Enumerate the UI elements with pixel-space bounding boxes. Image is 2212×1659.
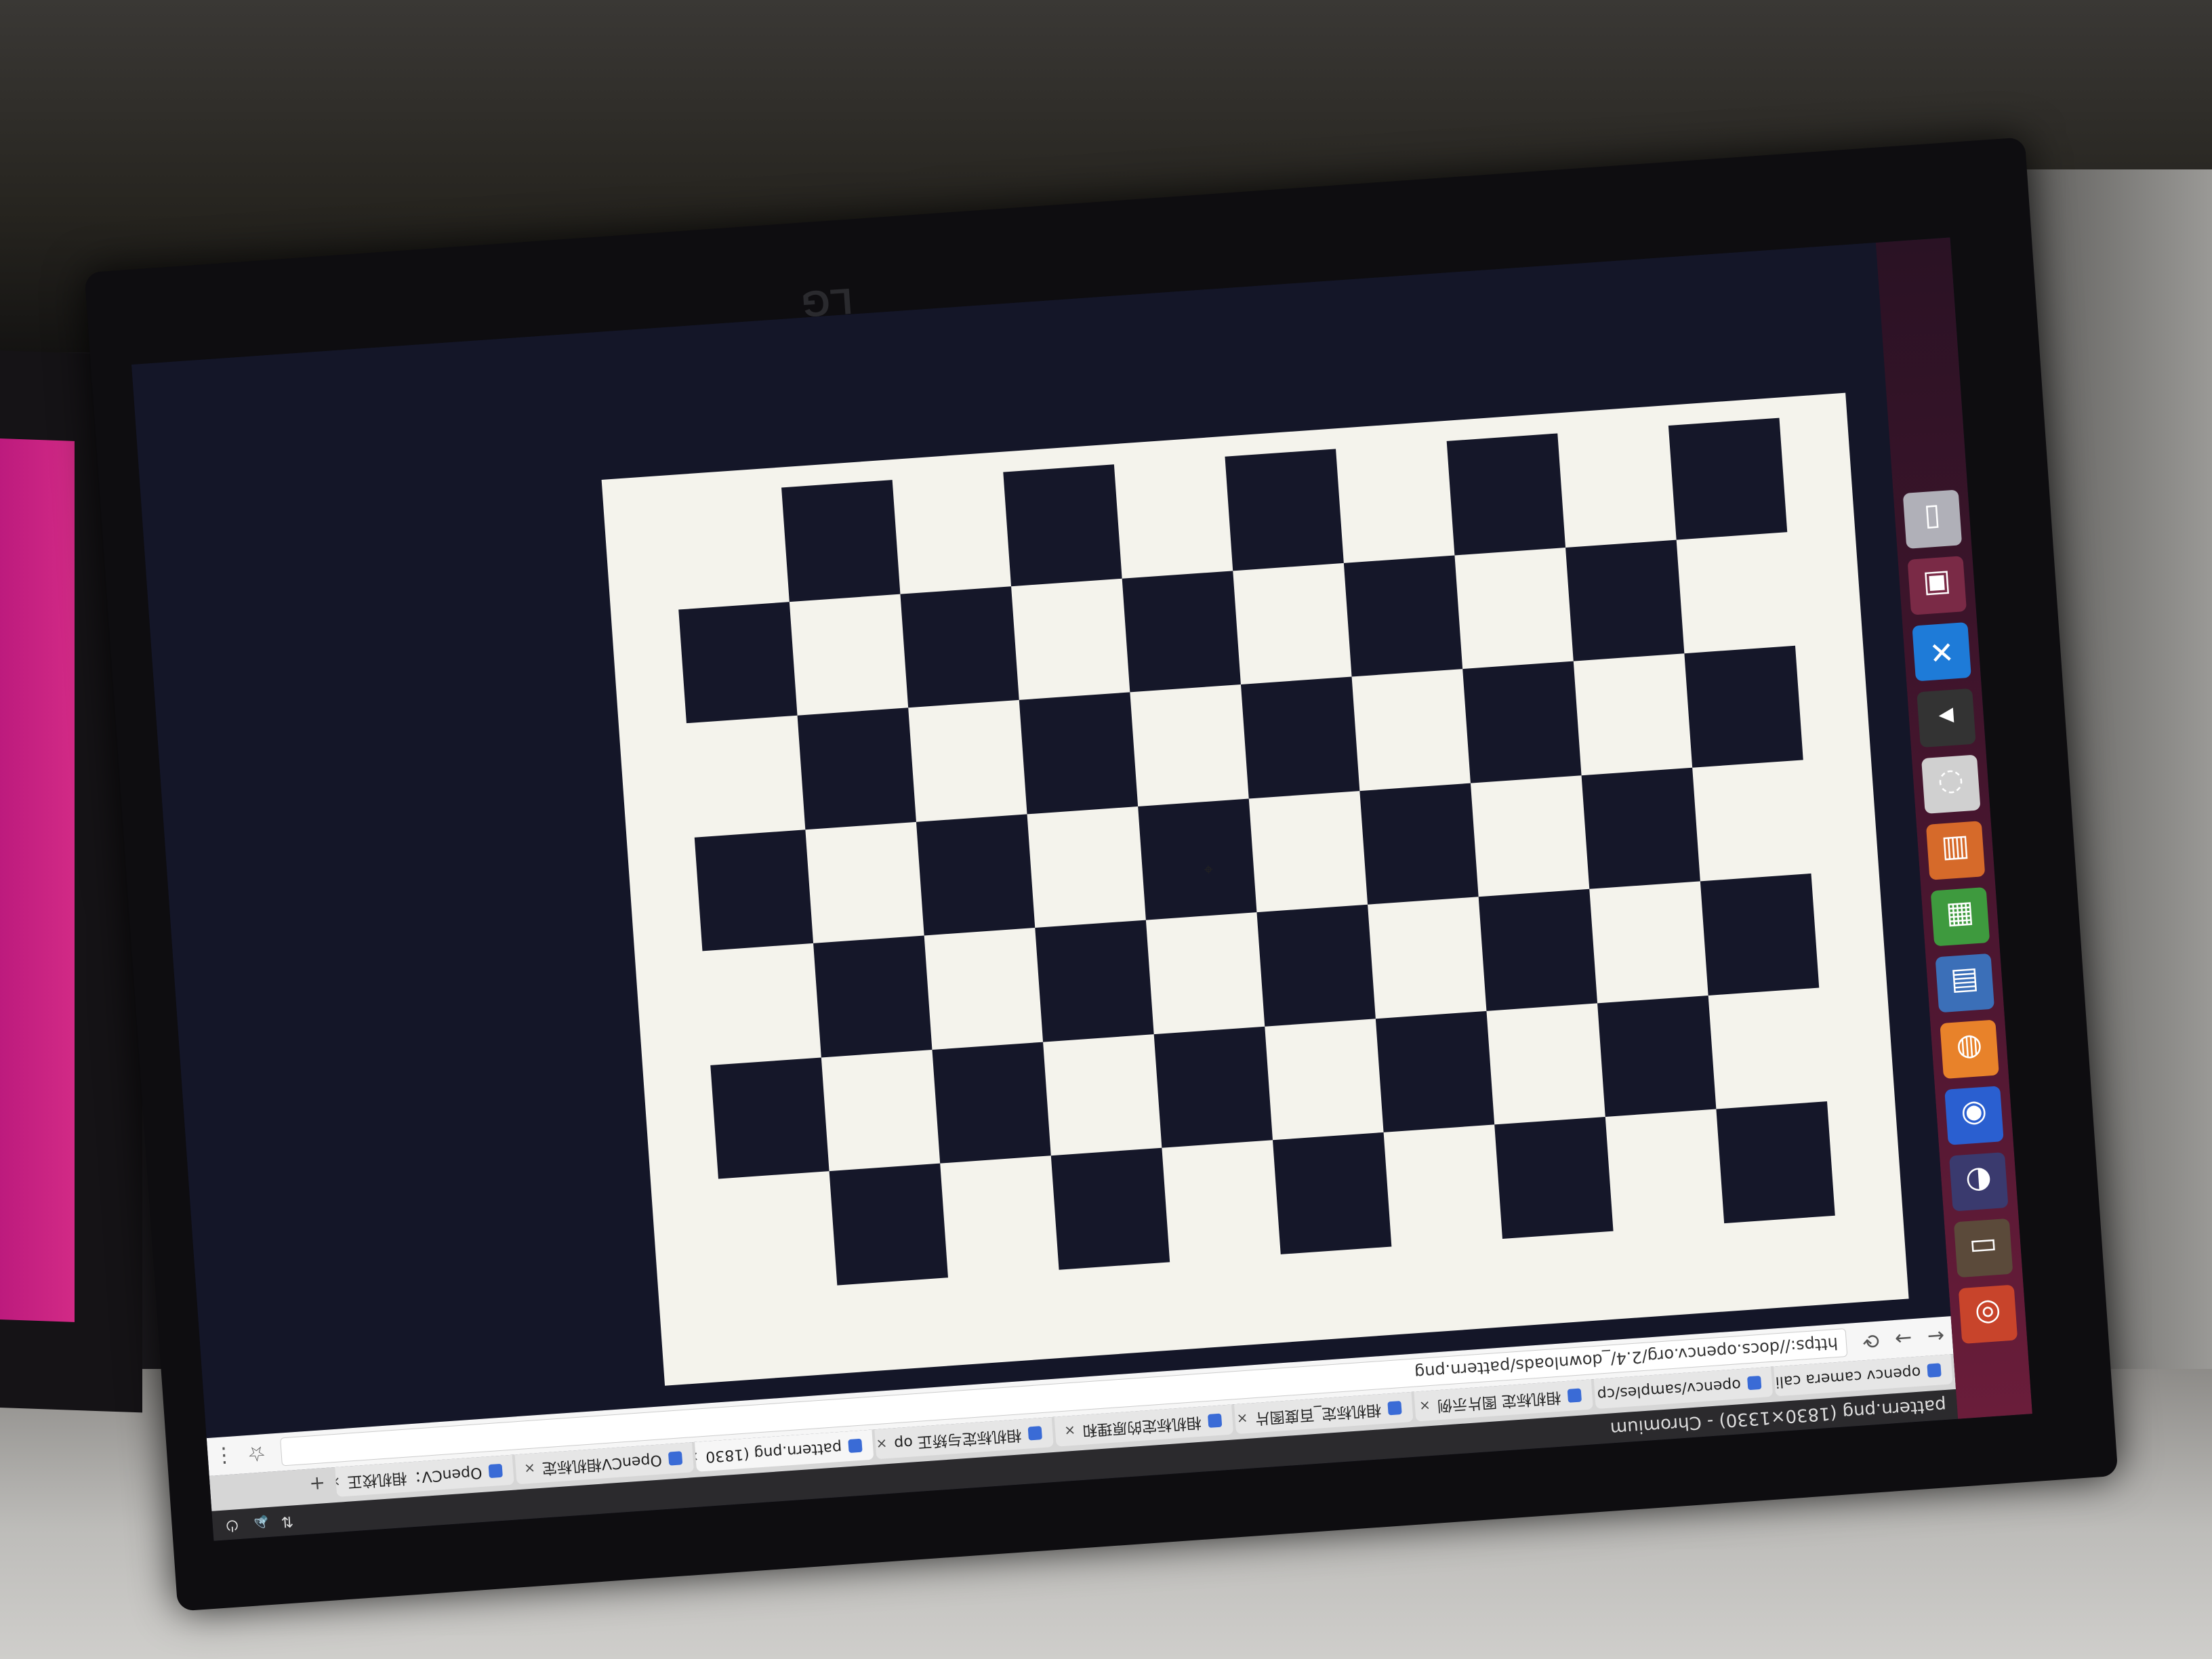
checker-square <box>1359 783 1479 905</box>
tab-favicon-icon <box>1747 1375 1762 1391</box>
checker-square <box>916 814 1036 936</box>
checker-square <box>1035 920 1154 1042</box>
monitor-screen: pattern.png (1830×1330) - Chromium ⇅ 🔈 ⏻… <box>131 237 2032 1541</box>
checker-square <box>1581 767 1700 890</box>
checker-square <box>1565 539 1685 661</box>
checker-square <box>1375 1010 1495 1133</box>
checker-square <box>1478 889 1598 1011</box>
checker-square <box>1122 570 1241 693</box>
tab-favicon-icon <box>1387 1401 1402 1416</box>
workspace-icon[interactable]: ▣ <box>1907 556 1967 615</box>
tab-close-icon[interactable]: × <box>695 1442 700 1472</box>
photo-scene: LG pattern.png (1830×1330) - Chromium ⇅ … <box>0 0 2212 1659</box>
checker-square <box>710 1057 830 1179</box>
checker-square <box>1019 692 1139 815</box>
pattern-image: ⌖ <box>601 392 1909 1386</box>
x-app-icon[interactable]: ✕ <box>1912 621 1971 682</box>
forward-button[interactable]: → <box>1887 1326 1921 1351</box>
checker-square <box>1494 1117 1614 1240</box>
checker-square <box>829 1164 948 1286</box>
tab-close-icon[interactable]: × <box>875 1429 888 1459</box>
checker-square <box>1225 449 1344 571</box>
tab-favicon-icon <box>668 1451 683 1466</box>
monitor-bezel: LG pattern.png (1830×1330) - Chromium ⇅ … <box>84 137 2118 1612</box>
chromium-icon[interactable]: ◉ <box>1944 1086 2004 1145</box>
firefox-icon[interactable]: ◍ <box>1940 1019 1999 1080</box>
checker-square <box>797 708 916 830</box>
checker-square <box>932 1042 1051 1164</box>
impress-icon[interactable]: ▥ <box>1925 821 1986 880</box>
checker-square <box>1716 1101 1835 1224</box>
checker-square <box>781 480 901 602</box>
checker-square <box>1343 555 1463 677</box>
tab-favicon-icon <box>1567 1388 1582 1403</box>
writer-icon[interactable]: ▤ <box>1935 953 1995 1013</box>
checker-square <box>1240 676 1360 799</box>
left-monitor-screen <box>0 437 75 1322</box>
trash-icon[interactable]: ▯ <box>1902 489 1963 549</box>
ubuntu-dash-icon[interactable]: ◎ <box>1958 1284 2018 1345</box>
checker-square <box>1684 645 1803 768</box>
reload-button[interactable]: ⟳ <box>1854 1328 1888 1353</box>
checker-square <box>813 935 933 1058</box>
disk-icon[interactable]: ◐ <box>1949 1152 2009 1212</box>
checker-square <box>1462 661 1582 783</box>
checker-square <box>1138 798 1257 920</box>
back-button[interactable]: ← <box>1919 1324 1952 1349</box>
new-tab-button[interactable]: + <box>298 1467 337 1500</box>
browser-viewport: ⌖ <box>131 243 1951 1439</box>
network-icon[interactable]: ⇅ <box>280 1506 294 1536</box>
terminal-icon[interactable]: ▸ <box>1917 688 1976 748</box>
checker-square <box>1003 464 1122 586</box>
checker-square <box>1050 1148 1170 1270</box>
tab-close-icon[interactable]: × <box>1235 1404 1249 1434</box>
tab-favicon-icon <box>1207 1413 1223 1428</box>
calc-icon[interactable]: ▦ <box>1930 886 1990 947</box>
star-icon[interactable]: ☆ <box>239 1441 273 1467</box>
checker-square <box>1668 417 1788 540</box>
tab-favicon-icon <box>1927 1363 1942 1378</box>
color-picker-icon[interactable]: ◌ <box>1921 754 1981 814</box>
checker-square <box>900 586 1019 708</box>
volume-icon[interactable]: 🔈 <box>249 1507 270 1538</box>
checker-square <box>1256 904 1376 1027</box>
tab-close-icon[interactable]: × <box>1063 1416 1077 1446</box>
mouse-cursor: ⌖ <box>1203 859 1214 880</box>
system-tray: ⇅ 🔈 ⏻ <box>211 1506 294 1541</box>
checkerboard <box>670 417 1835 1294</box>
checker-square <box>694 830 814 951</box>
tab-close-icon[interactable]: × <box>523 1453 537 1483</box>
files-icon[interactable]: ▭ <box>1953 1218 2013 1278</box>
checker-square <box>1700 874 1820 996</box>
tab-favicon-icon <box>848 1438 863 1454</box>
tab-favicon-icon <box>488 1463 503 1479</box>
checker-square <box>678 601 798 724</box>
kebab-menu-icon[interactable]: ⋮ <box>207 1443 241 1469</box>
checker-square <box>1597 995 1717 1118</box>
tab-favicon-icon <box>1027 1426 1042 1441</box>
power-icon[interactable]: ⏻ <box>225 1509 239 1540</box>
checker-square <box>1446 433 1566 556</box>
checker-square <box>1153 1026 1273 1149</box>
checker-square <box>1273 1132 1392 1254</box>
main-monitor: LG pattern.png (1830×1330) - Chromium ⇅ … <box>84 137 2118 1612</box>
tab-close-icon[interactable]: × <box>1418 1391 1432 1421</box>
